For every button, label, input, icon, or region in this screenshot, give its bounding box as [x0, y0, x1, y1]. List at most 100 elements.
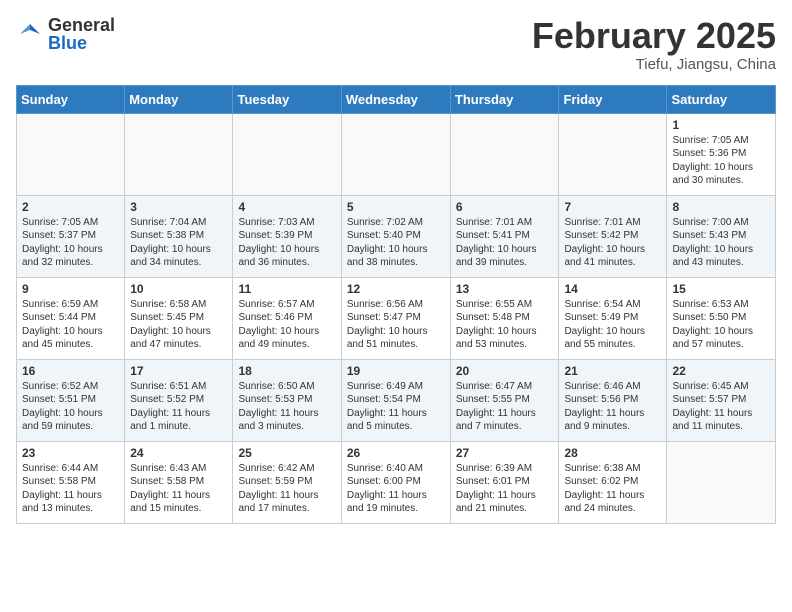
calendar-cell: 3 Sunrise: 7:04 AM Sunset: 5:38 PM Daylig…	[125, 195, 233, 277]
day-number: 6	[456, 200, 554, 214]
day-number: 3	[130, 200, 227, 214]
calendar-cell	[341, 113, 450, 195]
weekday-header: Friday	[559, 85, 667, 113]
weekday-header: Thursday	[450, 85, 559, 113]
day-info: Sunrise: 6:59 AM Sunset: 5:44 PM Dayligh…	[22, 298, 119, 352]
day-number: 2	[22, 200, 119, 214]
weekday-header-row: SundayMondayTuesdayWednesdayThursdayFrid…	[17, 85, 776, 113]
day-number: 14	[564, 282, 661, 296]
calendar-cell	[17, 113, 125, 195]
calendar-week-row: 2 Sunrise: 7:05 AM Sunset: 5:37 PM Daylig…	[17, 195, 776, 277]
calendar-week-row: 16Sunrise: 6:52 AM Sunset: 5:51 PM Dayli…	[17, 359, 776, 441]
calendar-cell: 19Sunrise: 6:49 AM Sunset: 5:54 PM Dayli…	[341, 359, 450, 441]
day-info: Sunrise: 6:46 AM Sunset: 5:56 PM Dayligh…	[564, 380, 661, 434]
calendar-cell: 1Sunrise: 7:05 AM Sunset: 5:36 PM Daylig…	[667, 113, 776, 195]
calendar-cell	[559, 113, 667, 195]
calendar-cell: 25 Sunrise: 6:42 AM Sunset: 5:59 PM Dayli…	[233, 441, 341, 523]
day-number: 8	[672, 200, 770, 214]
calendar-cell: 12 Sunrise: 6:56 AM Sunset: 5:47 PM Dayli…	[341, 277, 450, 359]
day-number: 24	[130, 446, 227, 460]
title-block: February 2025 Tiefu, Jiangsu, China	[532, 16, 776, 73]
day-info: Sunrise: 6:49 AM Sunset: 5:54 PM Dayligh…	[347, 380, 445, 434]
day-number: 26	[347, 446, 445, 460]
calendar-cell: 10 Sunrise: 6:58 AM Sunset: 5:45 PM Dayli…	[125, 277, 233, 359]
weekday-header: Wednesday	[341, 85, 450, 113]
logo-blue-text: Blue	[48, 34, 115, 52]
calendar-cell	[233, 113, 341, 195]
calendar-cell: 4 Sunrise: 7:03 AM Sunset: 5:39 PM Daylig…	[233, 195, 341, 277]
day-info: Sunrise: 7:05 AM Sunset: 5:37 PM Dayligh…	[22, 216, 119, 270]
day-info: Sunrise: 7:02 AM Sunset: 5:40 PM Dayligh…	[347, 216, 445, 270]
month-title: February 2025	[532, 16, 776, 56]
calendar-week-row: 23 Sunrise: 6:44 AM Sunset: 5:58 PM Dayli…	[17, 441, 776, 523]
logo-icon	[16, 20, 44, 48]
day-info: Sunrise: 6:42 AM Sunset: 5:59 PM Dayligh…	[238, 462, 335, 516]
weekday-header: Monday	[125, 85, 233, 113]
day-info: Sunrise: 7:03 AM Sunset: 5:39 PM Dayligh…	[238, 216, 335, 270]
day-info: Sunrise: 6:40 AM Sunset: 6:00 PM Dayligh…	[347, 462, 445, 516]
day-number: 17	[130, 364, 227, 378]
weekday-header: Saturday	[667, 85, 776, 113]
day-number: 22	[672, 364, 770, 378]
day-info: Sunrise: 6:56 AM Sunset: 5:47 PM Dayligh…	[347, 298, 445, 352]
day-number: 10	[130, 282, 227, 296]
day-info: Sunrise: 6:57 AM Sunset: 5:46 PM Dayligh…	[238, 298, 335, 352]
day-info: Sunrise: 6:44 AM Sunset: 5:58 PM Dayligh…	[22, 462, 119, 516]
day-number: 28	[564, 446, 661, 460]
day-number: 9	[22, 282, 119, 296]
calendar-cell: 8 Sunrise: 7:00 AM Sunset: 5:43 PM Daylig…	[667, 195, 776, 277]
day-info: Sunrise: 6:38 AM Sunset: 6:02 PM Dayligh…	[564, 462, 661, 516]
calendar-cell	[125, 113, 233, 195]
calendar-cell: 5 Sunrise: 7:02 AM Sunset: 5:40 PM Daylig…	[341, 195, 450, 277]
logo-text: General Blue	[48, 16, 115, 52]
day-info: Sunrise: 7:04 AM Sunset: 5:38 PM Dayligh…	[130, 216, 227, 270]
page-header: General Blue February 2025 Tiefu, Jiangs…	[16, 16, 776, 73]
day-info: Sunrise: 6:39 AM Sunset: 6:01 PM Dayligh…	[456, 462, 554, 516]
calendar-cell: 14 Sunrise: 6:54 AM Sunset: 5:49 PM Dayli…	[559, 277, 667, 359]
calendar-table: SundayMondayTuesdayWednesdayThursdayFrid…	[16, 85, 776, 524]
calendar-cell	[450, 113, 559, 195]
day-number: 7	[564, 200, 661, 214]
day-info: Sunrise: 7:01 AM Sunset: 5:41 PM Dayligh…	[456, 216, 554, 270]
weekday-header: Tuesday	[233, 85, 341, 113]
day-info: Sunrise: 6:53 AM Sunset: 5:50 PM Dayligh…	[672, 298, 770, 352]
calendar-cell: 15Sunrise: 6:53 AM Sunset: 5:50 PM Dayli…	[667, 277, 776, 359]
day-info: Sunrise: 6:58 AM Sunset: 5:45 PM Dayligh…	[130, 298, 227, 352]
calendar-cell: 24Sunrise: 6:43 AM Sunset: 5:58 PM Dayli…	[125, 441, 233, 523]
day-number: 27	[456, 446, 554, 460]
logo: General Blue	[16, 16, 115, 52]
day-info: Sunrise: 6:51 AM Sunset: 5:52 PM Dayligh…	[130, 380, 227, 434]
day-number: 23	[22, 446, 119, 460]
calendar-cell: 13 Sunrise: 6:55 AM Sunset: 5:48 PM Dayli…	[450, 277, 559, 359]
calendar-cell: 17 Sunrise: 6:51 AM Sunset: 5:52 PM Dayli…	[125, 359, 233, 441]
day-info: Sunrise: 6:45 AM Sunset: 5:57 PM Dayligh…	[672, 380, 770, 434]
weekday-header: Sunday	[17, 85, 125, 113]
day-info: Sunrise: 7:05 AM Sunset: 5:36 PM Dayligh…	[672, 134, 770, 188]
day-number: 4	[238, 200, 335, 214]
location: Tiefu, Jiangsu, China	[532, 56, 776, 73]
day-number: 12	[347, 282, 445, 296]
calendar-cell: 9 Sunrise: 6:59 AM Sunset: 5:44 PM Daylig…	[17, 277, 125, 359]
logo-general-text: General	[48, 16, 115, 34]
calendar-cell: 11 Sunrise: 6:57 AM Sunset: 5:46 PM Dayli…	[233, 277, 341, 359]
calendar-cell: 6 Sunrise: 7:01 AM Sunset: 5:41 PM Daylig…	[450, 195, 559, 277]
day-number: 13	[456, 282, 554, 296]
calendar-cell: 28 Sunrise: 6:38 AM Sunset: 6:02 PM Dayli…	[559, 441, 667, 523]
day-info: Sunrise: 6:50 AM Sunset: 5:53 PM Dayligh…	[238, 380, 335, 434]
day-number: 21	[564, 364, 661, 378]
day-number: 18	[238, 364, 335, 378]
calendar-cell: 18 Sunrise: 6:50 AM Sunset: 5:53 PM Dayli…	[233, 359, 341, 441]
calendar-cell: 22 Sunrise: 6:45 AM Sunset: 5:57 PM Dayli…	[667, 359, 776, 441]
day-info: Sunrise: 7:00 AM Sunset: 5:43 PM Dayligh…	[672, 216, 770, 270]
day-number: 5	[347, 200, 445, 214]
day-number: 11	[238, 282, 335, 296]
calendar-week-row: 1Sunrise: 7:05 AM Sunset: 5:36 PM Daylig…	[17, 113, 776, 195]
calendar-cell	[667, 441, 776, 523]
calendar-cell: 20Sunrise: 6:47 AM Sunset: 5:55 PM Dayli…	[450, 359, 559, 441]
day-number: 16	[22, 364, 119, 378]
day-info: Sunrise: 6:54 AM Sunset: 5:49 PM Dayligh…	[564, 298, 661, 352]
day-number: 25	[238, 446, 335, 460]
day-info: Sunrise: 6:55 AM Sunset: 5:48 PM Dayligh…	[456, 298, 554, 352]
day-info: Sunrise: 6:47 AM Sunset: 5:55 PM Dayligh…	[456, 380, 554, 434]
calendar-cell: 21 Sunrise: 6:46 AM Sunset: 5:56 PM Dayli…	[559, 359, 667, 441]
